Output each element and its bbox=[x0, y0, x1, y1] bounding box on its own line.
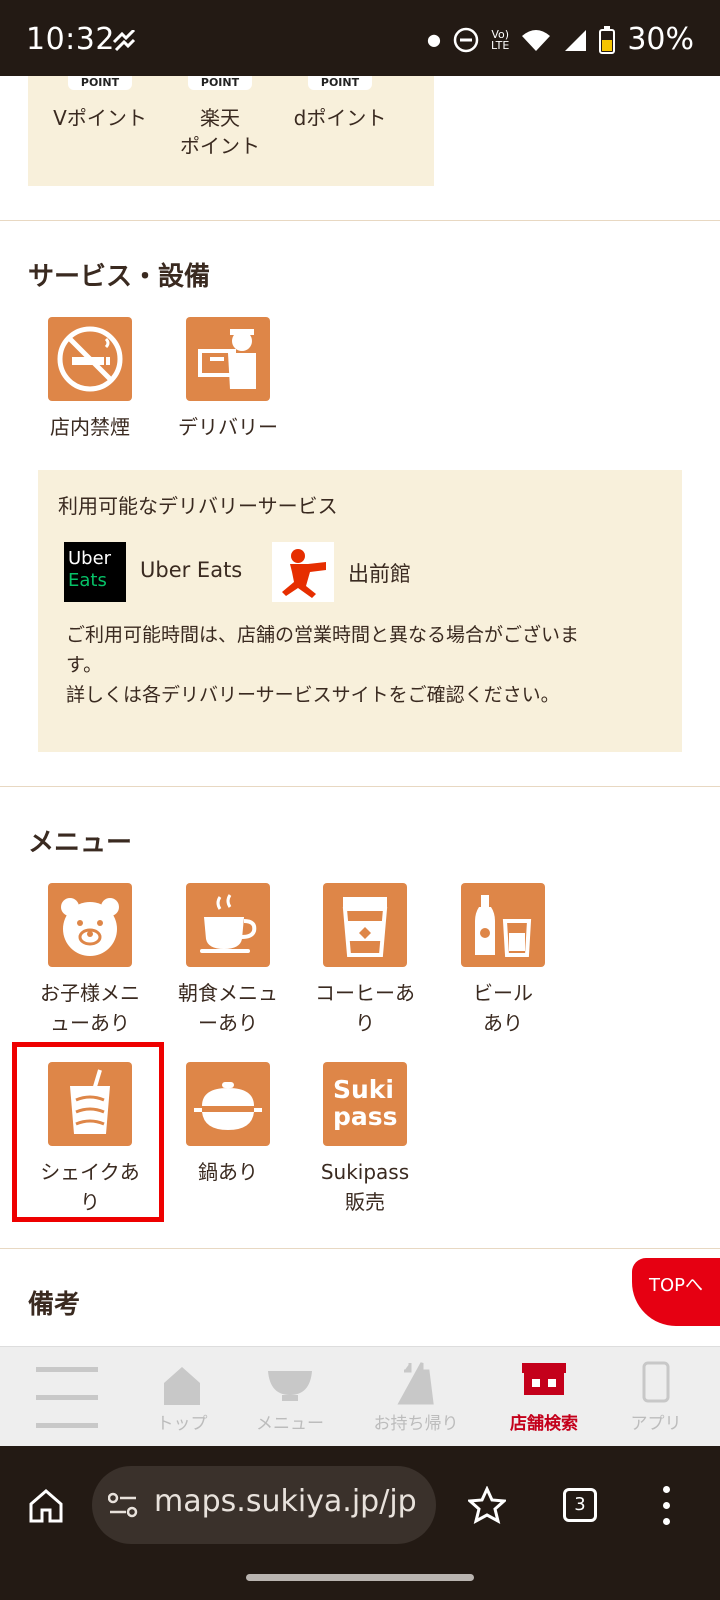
menu-beer-label: ビール あり bbox=[473, 981, 533, 1035]
notes-title: 備考 bbox=[28, 1290, 81, 1320]
v-point-logo: POINT bbox=[68, 76, 132, 90]
menu-pot-label: 鍋あり bbox=[198, 1160, 258, 1184]
home-icon bbox=[164, 1367, 200, 1405]
sukipass-icon: Suki pass bbox=[323, 1062, 407, 1146]
wifi-icon bbox=[522, 29, 551, 51]
bear-icon bbox=[48, 883, 132, 967]
dnd-icon bbox=[453, 27, 479, 52]
menu-coffee-label: コーヒーあり bbox=[315, 981, 415, 1035]
demaekan-link[interactable]: 出前館 bbox=[348, 558, 411, 588]
menu-kids-label: お子様メニ ューあり bbox=[40, 981, 140, 1035]
rakuten-point-logo: POINT bbox=[188, 76, 252, 90]
service-delivery-label: デリバリー bbox=[178, 415, 278, 439]
nav-store-search[interactable]: 店舗検索 bbox=[484, 1347, 604, 1447]
battery-icon bbox=[599, 25, 616, 54]
notification-icon bbox=[112, 30, 136, 52]
status-time: 10:32 bbox=[26, 22, 115, 57]
site-settings-icon[interactable] bbox=[108, 1492, 138, 1518]
bookmark-star-icon[interactable] bbox=[468, 1486, 506, 1524]
store-icon bbox=[522, 1363, 566, 1395]
status-right: ● Vo) LTE 30% bbox=[427, 22, 694, 57]
divider bbox=[0, 1248, 720, 1249]
services-title: サービス・設備 bbox=[28, 262, 211, 292]
smartphone-icon bbox=[642, 1361, 670, 1403]
site-bottom-nav: トップ メニュー お持ち帰り 店舗検索 アプリ bbox=[0, 1346, 720, 1447]
uber-eats-link[interactable]: Uber Eats bbox=[140, 558, 242, 582]
menu-title: メニュー bbox=[28, 828, 133, 858]
dot-icon: ● bbox=[427, 30, 442, 49]
battery-percent: 30% bbox=[627, 22, 694, 57]
menu-sukipass-label: Sukipass 販売 bbox=[320, 1160, 410, 1214]
nav-takeout[interactable]: お持ち帰り bbox=[356, 1347, 476, 1447]
no-smoking-icon bbox=[48, 317, 132, 401]
volte-icon: Vo) LTE bbox=[491, 27, 510, 52]
demaekan-logo[interactable] bbox=[272, 542, 334, 602]
nav-menu[interactable]: メニュー bbox=[230, 1347, 350, 1447]
gesture-bar[interactable] bbox=[246, 1574, 474, 1581]
browser-toolbar: maps.sukiya.jp/jp 3 bbox=[0, 1446, 720, 1600]
uber-eats-logo[interactable]: Uber Eats bbox=[64, 542, 126, 602]
divider bbox=[0, 786, 720, 787]
bowl-icon bbox=[268, 1371, 312, 1401]
highlight-box bbox=[12, 1042, 164, 1222]
service-no-smoking-label: 店内禁煙 bbox=[50, 415, 130, 439]
points-card: POINT POINT POINT Vポイント 楽天 ポイント dポイント bbox=[28, 76, 434, 186]
delivery-icon bbox=[186, 317, 270, 401]
delivery-heading: 利用可能なデリバリーサービス bbox=[58, 494, 338, 518]
pot-icon bbox=[186, 1062, 270, 1146]
delivery-note: ご利用可能時間は、店舗の営業時間と異なる場合がございま す。 詳しくは各デリバリ… bbox=[66, 624, 580, 706]
d-point-label: dポイント bbox=[293, 106, 387, 130]
address-bar[interactable]: maps.sukiya.jp/jp bbox=[92, 1466, 436, 1544]
beer-icon bbox=[461, 883, 545, 967]
status-bar: 10:32 ● Vo) LTE 30% bbox=[0, 0, 720, 76]
url-text: maps.sukiya.jp/jp bbox=[154, 1484, 417, 1519]
menu-breakfast-label: 朝食メニュ ーあり bbox=[178, 981, 278, 1035]
tab-switcher-button[interactable]: 3 bbox=[563, 1488, 597, 1522]
home-icon[interactable] bbox=[28, 1488, 64, 1524]
more-options-icon[interactable] bbox=[660, 1484, 672, 1528]
nav-app[interactable]: アプリ bbox=[596, 1347, 716, 1447]
nav-top[interactable]: トップ bbox=[122, 1347, 242, 1447]
takeout-coffee-icon bbox=[323, 883, 407, 967]
signal-icon bbox=[565, 29, 587, 51]
coffee-cup-icon bbox=[186, 883, 270, 967]
d-point-logo: POINT bbox=[308, 76, 372, 90]
divider bbox=[0, 220, 720, 221]
hamburger-menu-icon[interactable] bbox=[36, 1367, 98, 1429]
back-to-top-button[interactable]: TOPへ bbox=[632, 1258, 720, 1326]
rakuten-point-label: 楽天 ポイント bbox=[180, 106, 260, 158]
delivery-services-box: 利用可能なデリバリーサービス Uber Eats Uber Eats 出前館 ご… bbox=[38, 470, 682, 752]
v-point-label: Vポイント bbox=[53, 106, 147, 130]
bag-icon bbox=[397, 1362, 434, 1405]
